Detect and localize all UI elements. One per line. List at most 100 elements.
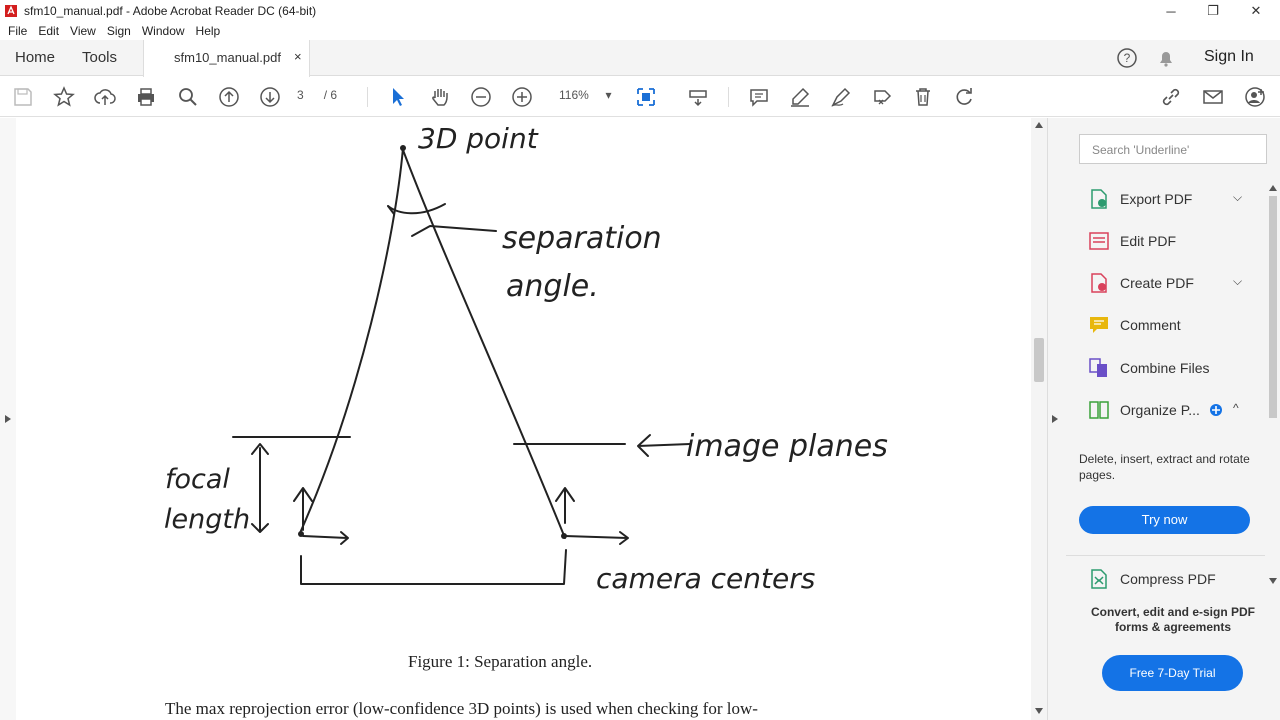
- menu-sign[interactable]: Sign: [107, 24, 131, 38]
- tools-pane: Search 'Underline' Export PDF ⌵ Edit PDF…: [1047, 118, 1280, 720]
- separation-angle-sketch: 3D point separation angle. image planes …: [164, 122, 888, 595]
- tab-tools[interactable]: Tools: [82, 40, 117, 76]
- tool-label: Organize P...: [1120, 402, 1200, 418]
- minimize-button[interactable]: ─: [1150, 0, 1192, 22]
- bookmark-star-icon[interactable]: [52, 85, 76, 109]
- label-3d-point: 3D point: [418, 122, 539, 155]
- try-now-button[interactable]: Try now: [1079, 506, 1250, 534]
- find-magnifier-icon[interactable]: [176, 85, 200, 109]
- main-toolbar: 3 / 6 116% ▾: [0, 77, 1280, 117]
- chevron-down-icon[interactable]: ⌵: [1233, 274, 1242, 289]
- label-length: length: [164, 504, 250, 535]
- highlight-pen-icon[interactable]: [788, 85, 812, 109]
- save-icon[interactable]: [11, 85, 35, 109]
- restore-button[interactable]: ❐: [1192, 0, 1234, 22]
- scroll-up-icon[interactable]: [1269, 185, 1277, 191]
- tool-combine-files[interactable]: Combine Files: [1088, 353, 1248, 383]
- compress-pdf-icon: [1091, 569, 1107, 589]
- notification-bell-icon[interactable]: [1155, 47, 1177, 69]
- camera-center-right: [561, 533, 567, 539]
- comment-icon[interactable]: [747, 85, 771, 109]
- add-user-icon[interactable]: [1243, 85, 1267, 109]
- rotate-icon[interactable]: [952, 85, 976, 109]
- tool-comment[interactable]: Comment: [1088, 310, 1248, 340]
- share-link-icon[interactable]: [1159, 85, 1183, 109]
- collapse-pane-icon[interactable]: [1051, 414, 1059, 424]
- help-icon[interactable]: ?: [1116, 47, 1138, 69]
- label-camera-centers: camera centers: [596, 562, 815, 595]
- menu-help[interactable]: Help: [196, 24, 221, 38]
- tool-create-pdf[interactable]: Create PDF ⌵: [1088, 268, 1248, 298]
- tool-label: Export PDF: [1120, 191, 1193, 207]
- export-pdf-icon: [1091, 189, 1107, 209]
- label-image-planes: image planes: [686, 429, 888, 464]
- 3d-point-dot: [400, 145, 406, 151]
- menu-bar: File Edit View Sign Window Help: [0, 22, 1280, 40]
- tab-bar: Home Tools sfm10_manual.pdf × ? Sign In: [0, 40, 1280, 77]
- sign-in-button[interactable]: Sign In: [1204, 48, 1254, 66]
- delete-trash-icon[interactable]: [911, 85, 935, 109]
- comment-tool-icon: [1090, 317, 1108, 333]
- upload-cloud-icon[interactable]: [93, 85, 117, 109]
- toolbar-divider: [728, 87, 729, 107]
- tool-edit-pdf[interactable]: Edit PDF: [1088, 226, 1248, 256]
- chevron-up-icon[interactable]: ^: [1233, 401, 1239, 415]
- close-window-button[interactable]: ✕: [1235, 0, 1277, 22]
- divider: [1066, 555, 1266, 556]
- scroll-down-icon[interactable]: [1035, 708, 1043, 714]
- title-bar: sfm10_manual.pdf - Adobe Acrobat Reader …: [0, 0, 1280, 22]
- menu-file[interactable]: File: [8, 24, 27, 38]
- document-tab-label: sfm10_manual.pdf: [174, 50, 281, 65]
- tab-document[interactable]: sfm10_manual.pdf ×: [143, 40, 310, 77]
- close-tab-icon[interactable]: ×: [294, 49, 302, 64]
- menu-view[interactable]: View: [70, 24, 96, 38]
- print-icon[interactable]: [134, 85, 158, 109]
- scroll-mode-icon[interactable]: [686, 85, 710, 109]
- zoom-value: 116%: [559, 88, 589, 102]
- label-angle: angle.: [506, 269, 599, 304]
- tools-pane-scrollbar[interactable]: [1265, 182, 1280, 590]
- create-pdf-icon: [1091, 273, 1107, 293]
- fit-page-icon[interactable]: [634, 85, 658, 109]
- hand-tool-icon[interactable]: [428, 85, 452, 109]
- combine-files-icon: [1089, 358, 1107, 377]
- tool-organize-pages[interactable]: Organize P... ^: [1088, 395, 1248, 425]
- zoom-level-dropdown[interactable]: 116% ▾: [559, 88, 612, 102]
- menu-window[interactable]: Window: [142, 24, 185, 38]
- chevron-down-icon[interactable]: ⌵: [1233, 190, 1242, 205]
- email-icon[interactable]: [1201, 85, 1225, 109]
- tool-label: Compress PDF: [1120, 571, 1216, 587]
- page-indicator[interactable]: 3 / 6: [297, 88, 337, 102]
- body-text-line: The max reprojection error (low-confiden…: [165, 699, 758, 718]
- label-focal: focal: [165, 464, 230, 495]
- tool-label: Combine Files: [1120, 360, 1210, 376]
- tool-export-pdf[interactable]: Export PDF ⌵: [1088, 184, 1248, 214]
- tool-compress-pdf[interactable]: Compress PDF: [1088, 564, 1248, 594]
- scroll-up-icon[interactable]: [1035, 122, 1043, 128]
- previous-page-icon[interactable]: [217, 85, 241, 109]
- document-scrollbar[interactable]: [1031, 118, 1047, 720]
- select-cursor-icon[interactable]: [386, 85, 410, 109]
- acrobat-app-icon: [5, 5, 17, 17]
- next-page-icon[interactable]: [258, 85, 282, 109]
- zoom-in-icon[interactable]: [510, 85, 534, 109]
- tools-scroll-thumb[interactable]: [1269, 196, 1277, 418]
- tools-search-input[interactable]: Search 'Underline': [1079, 134, 1267, 164]
- svg-text:?: ?: [1124, 51, 1131, 65]
- free-trial-button[interactable]: Free 7-Day Trial: [1102, 655, 1243, 691]
- scroll-down-icon[interactable]: [1269, 578, 1277, 584]
- tool-label: Create PDF: [1120, 275, 1194, 291]
- zoom-out-icon[interactable]: [469, 85, 493, 109]
- promo-text: Convert, edit and e-sign PDF forms & agr…: [1090, 605, 1255, 634]
- organize-pages-icon: [1089, 401, 1109, 419]
- document-scroll-thumb[interactable]: [1034, 338, 1044, 382]
- menu-edit[interactable]: Edit: [38, 24, 59, 38]
- stamp-icon[interactable]: [870, 85, 894, 109]
- edit-pdf-icon: [1089, 232, 1109, 250]
- sign-pen-icon[interactable]: [829, 85, 853, 109]
- total-pages: / 6: [323, 88, 338, 102]
- current-page-input[interactable]: 3: [297, 88, 304, 102]
- tab-home[interactable]: Home: [15, 40, 55, 76]
- document-view[interactable]: 3D point separation angle. image planes …: [0, 118, 1047, 720]
- window-title: sfm10_manual.pdf - Adobe Acrobat Reader …: [24, 4, 317, 18]
